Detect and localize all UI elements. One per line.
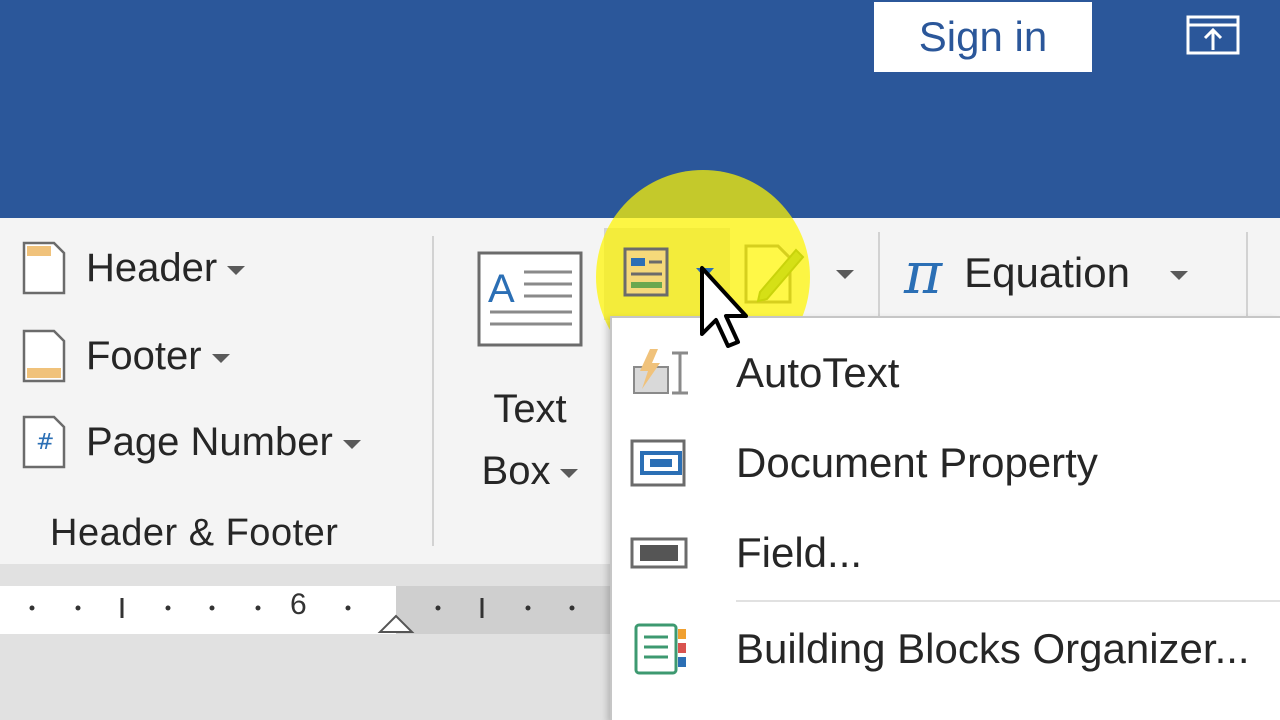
horizontal-ruler[interactable]: [0, 586, 640, 634]
chevron-down-icon: [342, 439, 361, 449]
page-number-label: Page Number: [86, 419, 333, 464]
menu-item-label: Field...: [736, 529, 863, 576]
text-box-button[interactable]: A Text Box: [470, 242, 590, 502]
header-page-icon: [22, 241, 66, 295]
field-icon: [630, 537, 688, 569]
equation-label: Equation: [964, 249, 1130, 296]
title-bar: Sign in: [0, 0, 1280, 218]
page-number-button[interactable]: # Page Number: [18, 414, 361, 470]
group-separator: [878, 232, 880, 316]
text-box-label-line2: Box: [481, 449, 551, 493]
menu-item-label: AutoText: [736, 349, 900, 396]
footer-label: Footer: [86, 333, 202, 378]
text-box-label-line1: Text: [493, 387, 567, 431]
menu-item-label: Building Blocks Organizer...: [736, 625, 1250, 672]
chevron-down-icon: [227, 265, 246, 275]
header-label: Header: [86, 245, 218, 290]
text-box-icon: A: [477, 251, 583, 347]
menu-item-label: Document Property: [736, 439, 1098, 486]
group-label-header-footer: Header & Footer: [50, 512, 339, 554]
sign-in-button[interactable]: Sign in: [874, 2, 1092, 72]
equation-button[interactable]: π Equation: [904, 238, 1188, 308]
menu-separator: [736, 600, 1280, 602]
group-separator: [1246, 232, 1248, 316]
pi-icon: π: [904, 239, 943, 307]
quick-parts-menu: AutoText Document Property Field... Buil…: [610, 316, 1280, 720]
svg-text:#: #: [36, 430, 54, 455]
menu-item-field[interactable]: Field...: [612, 510, 1280, 596]
ruler-number: 6: [290, 588, 307, 621]
autotext-icon: [633, 349, 688, 395]
share-icon[interactable]: [1186, 14, 1240, 56]
chevron-down-icon: [560, 468, 579, 478]
svg-text:A: A: [488, 267, 515, 311]
chevron-down-icon: [836, 270, 854, 279]
document-property-icon: [630, 439, 686, 487]
header-button[interactable]: Header: [18, 240, 246, 296]
quick-parts-icon: [623, 247, 669, 297]
menu-item-building-blocks-organizer[interactable]: Building Blocks Organizer...: [612, 606, 1280, 692]
chevron-down-icon: [1169, 270, 1188, 280]
menu-item-document-property[interactable]: Document Property: [612, 420, 1280, 506]
chevron-down-icon: [211, 353, 230, 363]
page-number-icon: #: [22, 415, 66, 469]
group-separator: [432, 236, 434, 546]
building-blocks-icon: [634, 623, 686, 675]
footer-page-icon: [22, 329, 66, 383]
mouse-pointer-icon: [700, 266, 748, 348]
footer-button[interactable]: Footer: [18, 328, 230, 384]
